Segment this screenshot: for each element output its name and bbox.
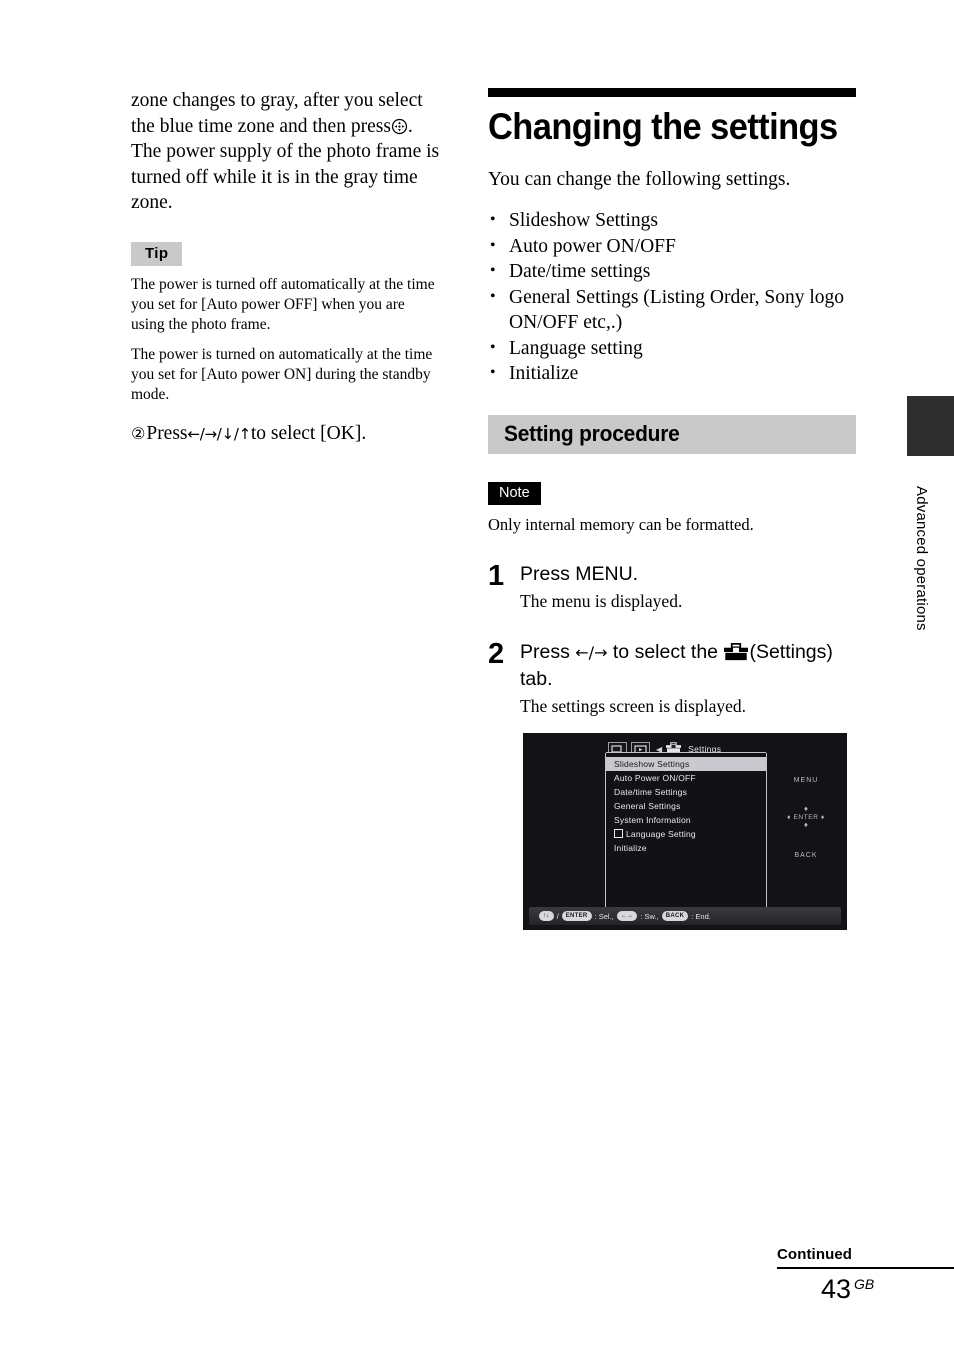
intro-paragraph-text: zone changes to gray, after you select t… [131,90,423,137]
tip-paragraph-1: The power is turned off automatically at… [131,275,435,333]
device-menu-item-slideshow-settings[interactable]: Slideshow Settings [606,757,766,771]
left-text-column: zone changes to gray, after you select t… [131,88,441,447]
direction-arrows-icon: ←/→/↓/↑ [187,424,252,443]
device-screenshot-figure: ◀ Settings Slideshow Settings Auto Power… [523,733,847,930]
dpad-up-icon: ♦ [803,806,809,813]
toolbox-icon [724,642,749,660]
continued-label: Continued [777,1246,853,1263]
enter-pill-icon: ENTER [561,911,592,921]
device-status-bar: ↑↓ / ENTER : Sel., ←→ : Sw., BACK : End. [529,907,841,925]
dpad-circle-icon [391,117,408,134]
device-menu-item-language-setting[interactable]: Language Setting [606,827,766,841]
step-body: Press MENU. The menu is displayed. [516,561,856,613]
enter-key-hint: ENTER [793,814,819,821]
intro-paragraph: zone changes to gray, after you select t… [131,88,441,216]
updown-arrows-pill-icon: ↑↓ [539,911,554,921]
device-menu-item-date-time[interactable]: Date/time Settings [606,785,766,799]
section-heading-title: Setting procedure [504,421,680,446]
dpad-left-icon: ♦ [787,814,792,821]
device-menu-item-initialize[interactable]: Initialize [606,841,766,855]
step-heading: Press ←/→ to select the (Settings) tab. [520,639,856,692]
back-pill-icon: BACK [661,911,689,921]
note-badge: Note [488,481,541,505]
panel-top-edge [606,752,766,753]
section-heading-band: Setting procedure [488,414,856,454]
step-heading-mid: to select the [607,640,724,663]
status-switch-text: : Sw., [640,911,659,921]
status-separator: / [556,911,559,921]
left-right-arrows-icon: ←/→ [575,642,608,662]
step-number: 2 [488,637,505,670]
step-heading: Press MENU. [520,562,639,585]
page-title: Changing the settings [488,106,838,147]
status-end-text: : End. [691,911,711,921]
step-circled-number: ② [131,423,146,443]
status-select-text: : Sel., [594,911,614,921]
step-body: Press ←/→ to select the (Settings) tab. … [516,639,856,718]
list-item: Initialize [488,360,856,387]
leftright-arrows-pill-icon: ←→ [616,911,638,921]
page-number: 43 [821,1274,852,1304]
step-number: 1 [488,559,505,592]
dpad-enter-row: ♦ ENTER ♦ [775,814,837,822]
list-item: Date/time settings [488,258,856,285]
intro-line: You can change the following settings. [488,169,791,190]
tip-paragraph-2: The power is turned on automatically at … [131,345,433,403]
note-text: Only internal memory can be formatted. [488,514,754,534]
chapter-rule [488,88,856,97]
dpad-hint-cluster: ♦ ♦ ENTER ♦ ♦ [775,806,837,830]
page-number-suffix: GB [854,1276,875,1292]
list-item: Slideshow Settings [488,207,856,234]
left-step-2: ② Press ←/→/↓/↑ to select [OK]. [131,421,441,447]
footer-rule [777,1267,954,1269]
tip-badge: Tip [131,241,183,266]
step-subtext: The settings screen is displayed. [520,695,746,716]
margin-chapter-label: Advanced operations [913,486,930,631]
page-number-line: 43 GB [777,1274,954,1305]
device-hint-keys: MENU ♦ ♦ ENTER ♦ ♦ BACK [775,777,837,859]
device-menu-panel: Slideshow Settings Auto Power ON/OFF Dat… [605,752,767,910]
device-menu-item-auto-power[interactable]: Auto Power ON/OFF [606,771,766,785]
device-menu-item-system-information[interactable]: System Information [606,813,766,827]
dpad-right-icon: ♦ [820,814,825,821]
back-key-hint: BACK [794,852,818,859]
settings-bullet-list: Slideshow Settings Auto power ON/OFF Dat… [488,207,856,387]
procedure-step-1: 1 Press MENU. The menu is displayed. [488,561,856,613]
list-item: Auto power ON/OFF [488,233,856,260]
device-menu-item-general-settings[interactable]: General Settings [606,799,766,813]
page-footer: Continued 43 GB [777,1246,954,1305]
list-item: General Settings (Listing Order, Sony lo… [488,284,856,336]
step-subtext: The menu is displayed. [520,590,683,611]
step-text-after: to select [OK]. [250,422,367,444]
procedure-step-2: 2 Press ←/→ to select the (Settings) tab… [488,639,856,718]
dpad-down-icon: ♦ [803,822,809,829]
margin-thumb-tab [907,396,954,456]
list-item: Language setting [488,335,856,362]
right-text-column: Changing the settings You can change the… [488,88,856,718]
step-text-before: Press [146,422,188,444]
step-heading-lead: Press [520,640,576,663]
menu-key-hint: MENU [793,777,819,784]
device-menu-item-label: Language Setting [626,829,696,839]
language-glyph-icon [614,829,623,838]
